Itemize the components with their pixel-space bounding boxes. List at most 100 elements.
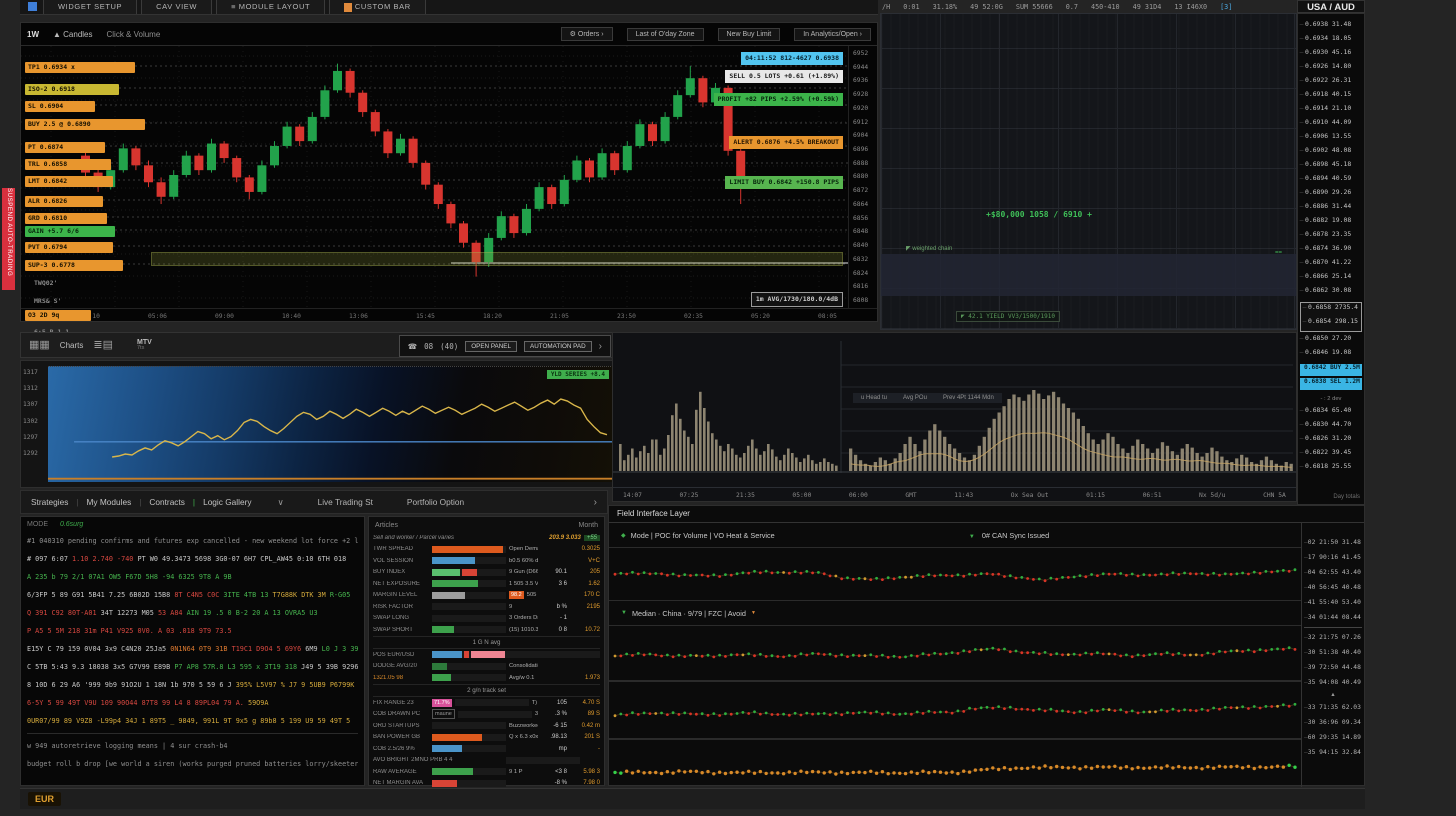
- ladder-row[interactable]: –0.6906 13.55: [1298, 132, 1364, 146]
- top-tab-widget-setup[interactable]: WIDGET SETUP: [43, 0, 137, 14]
- price-scale[interactable]: 6952694469366928692069126904689668886880…: [848, 46, 877, 308]
- log-lines[interactable]: #1 040310 pending confirms and futures e…: [27, 532, 358, 773]
- m-t-v-toggle[interactable]: MTV 7ts: [137, 339, 152, 352]
- open-panel-button[interactable]: OPEN PANEL: [465, 341, 517, 352]
- ladder-row[interactable]: –0.6910 44.09: [1298, 118, 1364, 132]
- stats-indicator[interactable]: [3]: [1220, 3, 1232, 11]
- candlestick-chart[interactable]: TP1 0.6934 x ISO-2 0.6918 SL 0.6904 BUY 2.5…: [21, 46, 877, 308]
- app-icon[interactable]: [28, 2, 37, 11]
- list-view-icon[interactable]: ≣▤: [93, 340, 113, 351]
- ladder-row[interactable]: –0.6926 14.80: [1298, 62, 1364, 76]
- ladder-row[interactable]: –0.6934 18.05: [1298, 34, 1364, 48]
- price-tag[interactable]: ISO-2 0.6918: [25, 84, 119, 95]
- signal-filter-2[interactable]: ▼ Median · China · 9/79 | FZC | Avoid ▼: [609, 601, 1301, 625]
- ladder-row[interactable]: –0.6922 26.31: [1298, 76, 1364, 90]
- live-trading-tab[interactable]: Live Trading St: [318, 497, 373, 507]
- ladder-row[interactable]: –0.6866 25.14: [1298, 272, 1364, 286]
- portfolio-option-tab[interactable]: Portfolio Option: [407, 497, 464, 507]
- ladder-row[interactable]: –0.6834 65.40: [1298, 406, 1364, 420]
- ladder-row[interactable]: –0.6938 31.48: [1298, 20, 1364, 34]
- ladder-row[interactable]: –0.6858 2735.4: [1301, 303, 1361, 317]
- spark-dot: [1154, 574, 1157, 577]
- ladder-row[interactable]: –0.6822 39.45: [1298, 448, 1364, 462]
- automation-pad-button[interactable]: AUTOMATION PAD: [524, 341, 592, 352]
- ladder-row[interactable]: –0.6846 19.08: [1298, 348, 1364, 362]
- ladder-row[interactable]: –0.6826 31.20: [1298, 434, 1364, 448]
- ladder-row[interactable]: –0.6930 45.16: [1298, 48, 1364, 62]
- orders-zone-button[interactable]: Last of O'day Zone: [627, 28, 704, 41]
- signal-filter-1-right[interactable]: ▼ 0# CAN Sync Issued: [969, 531, 1049, 540]
- analytics-open-button[interactable]: In Analytics/Open ›: [794, 28, 871, 41]
- new-buy-limit-button[interactable]: New Buy Limit: [718, 28, 781, 41]
- price-tag[interactable]: PT 0.6874: [25, 142, 105, 153]
- ladder-row[interactable]: –0.6890 29.26: [1298, 188, 1364, 202]
- order-label[interactable]: ALERT 0.6876 +4.5% BREAKOUT: [729, 136, 843, 149]
- order-label[interactable]: LIMIT BUY 0.6842 +150.8 PIPS: [725, 176, 843, 189]
- price-tag[interactable]: LMT 0.6842: [25, 176, 113, 187]
- ladder-row[interactable]: –0.6894 40.59: [1298, 174, 1364, 188]
- signal-strip-2[interactable]: [609, 625, 1301, 681]
- order-label[interactable]: SELL 0.5 LOTS +0.61 (+1.89%): [725, 70, 843, 83]
- volume-chart[interactable]: u Head tuAvg POuPrev 4Pt 1144 Mdn: [613, 333, 1296, 487]
- ladder-row[interactable]: –0.6882 19.08: [1298, 216, 1364, 230]
- price-tag[interactable]: BUY 2.5 @ 0.6890: [25, 119, 145, 130]
- time-axis[interactable]: 03:1005:0609:0010:4013:0615:4518:2021:05…: [21, 308, 877, 324]
- spark-dot: [672, 711, 675, 714]
- price-tag[interactable]: TRL 0.6858: [25, 159, 111, 170]
- ladder-row[interactable]: –0.6918 40.15: [1298, 90, 1364, 104]
- ladder-row[interactable]: –0.6830 44.70: [1298, 420, 1364, 434]
- ladder-row[interactable]: –0.6818 25.55: [1298, 462, 1364, 476]
- ladder-row[interactable]: –0.6878 23.35: [1298, 230, 1364, 244]
- tab-strategies[interactable]: Strategies: [31, 497, 68, 507]
- charts-button[interactable]: Charts: [60, 341, 84, 350]
- dropdown-chevron-icon[interactable]: ∨: [278, 497, 284, 507]
- spark-dot: [933, 711, 936, 714]
- highlighted-price-row[interactable]: 0.6842 BUY 2.5M: [1300, 364, 1362, 376]
- tab-my-modules[interactable]: My Modules: [87, 497, 132, 507]
- orders-button[interactable]: ⚙ Orders ›: [561, 27, 613, 41]
- order-label[interactable]: 1m AVG/1730/180.0/4dB: [751, 292, 843, 307]
- series-type[interactable]: ▲ Candles: [53, 30, 93, 39]
- toolbar-chevron-icon[interactable]: ›: [599, 341, 602, 352]
- signal-strip-3[interactable]: [609, 681, 1301, 739]
- macro-chart[interactable]: ◤ weighted chain +$80,000 1058 / 6910 + …: [880, 13, 1297, 330]
- timeframe-selector[interactable]: 1W: [27, 30, 39, 39]
- price-tag[interactable]: O3 2D 9q: [25, 310, 91, 321]
- price-tag[interactable]: SUP-3 0.6778: [25, 260, 123, 271]
- ladder-row[interactable]: –0.6874 36.90: [1298, 244, 1364, 258]
- grid-view-icon[interactable]: ▦▦: [29, 340, 50, 351]
- top-tab-module-layout[interactable]: ≡ MODULE LAYOUT: [216, 0, 325, 14]
- price-tag[interactable]: SL 0.6904: [25, 101, 95, 112]
- ladder-row[interactable]: –0.6850 27.20: [1298, 334, 1364, 348]
- order-label[interactable]: 04:11:52 812-4627 0.6938: [741, 52, 843, 65]
- price-tag[interactable]: ALR 0.6826: [25, 196, 103, 207]
- tabbar-chevron-icon[interactable]: ›: [594, 497, 597, 508]
- tab-contracts[interactable]: Contracts: [149, 497, 185, 507]
- ladder-row[interactable]: –0.6898 45.18: [1298, 160, 1364, 174]
- top-tab-cav-view[interactable]: CAV VIEW: [141, 0, 212, 14]
- yield-line-chart[interactable]: YLD SERIES +8.4: [48, 366, 613, 482]
- ladder-row[interactable]: –0.6854 298.15: [1301, 317, 1361, 331]
- spark-dot: [1236, 706, 1239, 709]
- highlighted-price-row[interactable]: 0.6838 SEL 1.2M: [1300, 378, 1362, 390]
- candle: [686, 78, 695, 95]
- ladder-row[interactable]: –0.6914 21.10: [1298, 104, 1364, 118]
- top-tab-custom-bar[interactable]: CUSTOM BAR: [329, 0, 426, 14]
- ladder-row[interactable]: –0.6870 41.22: [1298, 258, 1364, 272]
- signal-filter-1[interactable]: ◆ Mode | POC for Volume | VO Heat & Serv…: [609, 523, 1301, 547]
- price-tag[interactable]: TP1 0.6934 x: [25, 62, 135, 73]
- status-badge[interactable]: EUR: [28, 792, 61, 806]
- suspend-banner[interactable]: SUSPEND AUTO-TRADING: [2, 188, 15, 290]
- gauge-header-right[interactable]: Month: [579, 522, 598, 529]
- ladder-row[interactable]: –0.6886 31.44: [1298, 202, 1364, 216]
- ladder-row[interactable]: –0.6902 48.08: [1298, 146, 1364, 160]
- order-label[interactable]: PROFIT +82 PIPS +2.59% (+0.59k): [714, 93, 843, 106]
- price-tag[interactable]: GRD 0.6810: [25, 213, 107, 224]
- price-tag[interactable]: GAIN +5.7 6/6: [25, 226, 115, 237]
- tab-logic-gallery[interactable]: Logic Gallery: [203, 497, 251, 507]
- dropdown-triangle-icon[interactable]: ▼: [751, 610, 756, 616]
- signal-strip-1[interactable]: [609, 547, 1301, 601]
- price-tag[interactable]: PVT 0.6794: [25, 242, 113, 253]
- gauge-header-left[interactable]: Articles: [375, 522, 398, 529]
- ladder-row[interactable]: –0.6862 30.08: [1298, 286, 1364, 300]
